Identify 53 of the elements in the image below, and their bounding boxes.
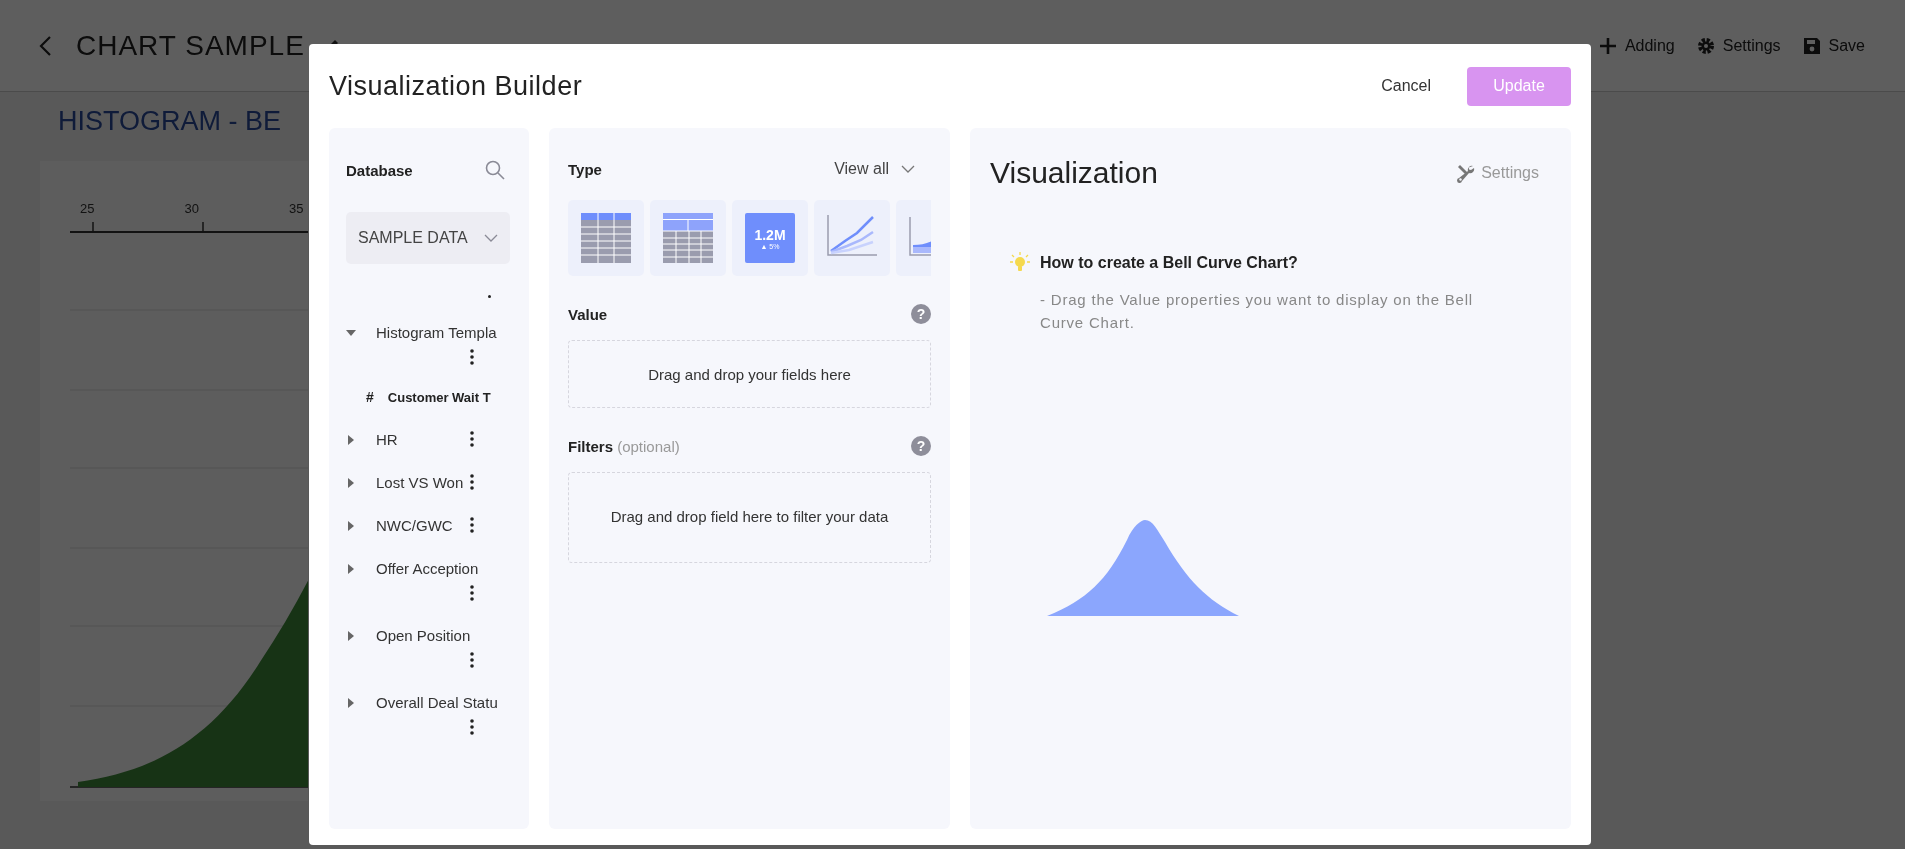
tip-text: - Drag the Value properties you want to display on the Bell Curve Chart. bbox=[1040, 290, 1474, 334]
chevron-down-icon bbox=[484, 234, 498, 242]
more-options-icon[interactable] bbox=[470, 517, 474, 533]
dot-icon bbox=[488, 295, 491, 298]
back-icon[interactable] bbox=[38, 34, 52, 57]
more-options-icon[interactable] bbox=[470, 719, 474, 735]
tree-item[interactable]: Histogram Templa bbox=[376, 324, 497, 341]
axis-tick-label: 35 bbox=[288, 201, 304, 216]
pivot-table-icon bbox=[663, 213, 713, 263]
value-drop-zone[interactable]: Drag and drop your fields here bbox=[568, 340, 931, 408]
caret-down-icon[interactable] bbox=[346, 328, 356, 338]
section-label: Value bbox=[568, 305, 608, 323]
caret-right-icon[interactable] bbox=[346, 698, 356, 708]
chart-title: HISTOGRAM - BE bbox=[58, 106, 283, 137]
tools-icon bbox=[1456, 163, 1476, 183]
tree-item[interactable]: Overall Deal Statu bbox=[376, 694, 498, 711]
tip-title: How to create a Bell Curve Chart? bbox=[1040, 254, 1299, 272]
page-title: CHART SAMPLE bbox=[76, 29, 305, 62]
database-dropdown[interactable]: SAMPLE DATA bbox=[346, 212, 510, 264]
more-options-icon[interactable] bbox=[470, 652, 474, 668]
panel-title: Visualization bbox=[990, 156, 1158, 190]
caret-right-icon[interactable] bbox=[346, 521, 356, 531]
settings-icon bbox=[1696, 36, 1715, 55]
more-options-icon[interactable] bbox=[470, 585, 474, 601]
axis-tick-label: 30 bbox=[184, 201, 199, 216]
chevron-down-icon bbox=[901, 165, 915, 173]
section-label: Filters (optional) bbox=[568, 437, 680, 455]
tree-item[interactable]: NWC/GWC bbox=[376, 517, 453, 534]
search-icon[interactable] bbox=[485, 160, 505, 180]
tree-item[interactable]: Open Position bbox=[376, 627, 471, 644]
section-label: Type bbox=[568, 160, 602, 178]
tree-item[interactable]: Lost VS Won bbox=[376, 474, 464, 491]
section-label: Database bbox=[346, 161, 413, 179]
field-type-symbol: # bbox=[366, 389, 374, 405]
tree-item[interactable]: HR bbox=[376, 431, 398, 448]
caret-right-icon[interactable] bbox=[346, 435, 356, 445]
lightbulb-icon bbox=[1010, 252, 1030, 274]
chart-type-option[interactable] bbox=[568, 200, 644, 276]
caret-right-icon[interactable] bbox=[346, 564, 356, 574]
table-icon bbox=[581, 213, 631, 263]
more-options-icon[interactable] bbox=[470, 349, 474, 365]
caret-right-icon[interactable] bbox=[346, 478, 356, 488]
cancel-button[interactable]: Cancel bbox=[1361, 67, 1451, 105]
caret-right-icon[interactable] bbox=[346, 631, 356, 641]
plus-icon bbox=[1598, 36, 1617, 55]
dialog-title: Visualization Builder bbox=[329, 70, 583, 102]
more-options-icon[interactable] bbox=[470, 431, 474, 447]
tree-item[interactable]: Offer Acception bbox=[376, 560, 479, 577]
axis-tick-label: 25 bbox=[80, 201, 95, 216]
more-options-icon[interactable] bbox=[470, 474, 474, 490]
filter-drop-zone[interactable]: Drag and drop field here to filter your data bbox=[568, 472, 931, 563]
field-item[interactable]: Customer Wait T bbox=[387, 389, 491, 405]
view-all-dropdown[interactable]: View all bbox=[834, 160, 931, 178]
